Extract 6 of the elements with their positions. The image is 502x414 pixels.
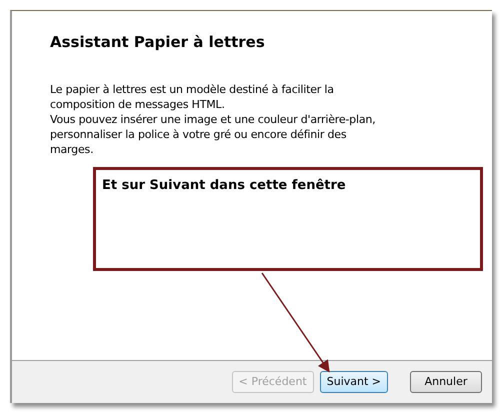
dialog-title: Assistant Papier à lettres <box>50 32 266 53</box>
callout-text: Et sur Suivant dans cette fenêtre <box>102 178 346 193</box>
dialog-button[interactable]: Suivant > <box>320 371 388 393</box>
description-text: Le papier à lettres est un modèle destiné à faciliter la composition de messages HTML. <box>50 82 335 112</box>
dialog-button[interactable]: Annuler <box>410 371 482 393</box>
description-text: Vous pouvez insérer une image et une couleur d'arrière-plan, personnaliser la police à votre gré ou encore définir des marges. <box>50 112 376 156</box>
